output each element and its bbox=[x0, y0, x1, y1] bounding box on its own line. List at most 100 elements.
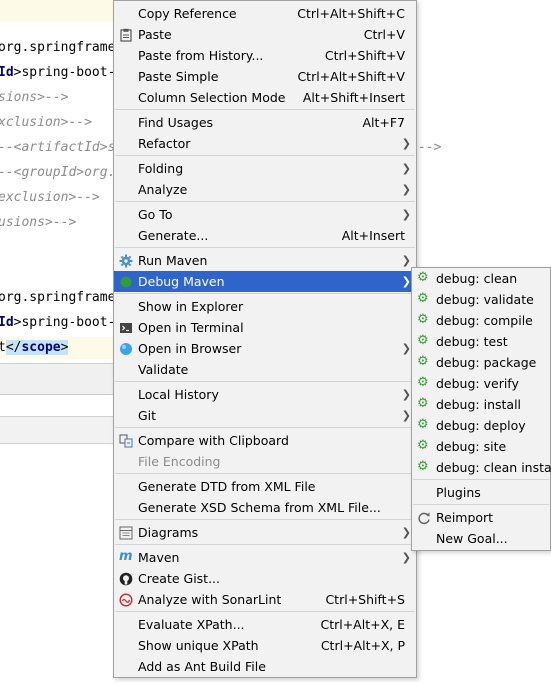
tool-panel bbox=[0, 417, 120, 443]
menu-item-git[interactable]: Git ❯ bbox=[114, 405, 416, 426]
menu-item-go-to[interactable]: Go To ❯ bbox=[114, 204, 416, 225]
goal-debug-deploy[interactable]: ⚙ debug: deploy bbox=[412, 415, 550, 436]
menu-item-paste-from-history[interactable]: Paste from History... Ctrl+Shift+V bbox=[114, 45, 416, 66]
menu-item-analyze[interactable]: Analyze ❯ bbox=[114, 179, 416, 200]
gear-icon: ⚙ bbox=[417, 291, 429, 306]
menu-item-generate-xsd[interactable]: Generate XSD Schema from XML File... bbox=[114, 497, 416, 518]
code-line: Id>spring-boot- bbox=[0, 315, 116, 330]
menu-item-column-selection-mode[interactable]: Column Selection Mode Alt+Shift+Insert bbox=[114, 87, 416, 108]
submenu-arrow-icon: ❯ bbox=[401, 388, 411, 401]
gear-icon: ⚙ bbox=[417, 270, 429, 285]
menu-separator bbox=[115, 109, 415, 110]
debug-icon bbox=[119, 274, 133, 288]
menu-separator bbox=[115, 381, 415, 382]
sonarlint-icon bbox=[119, 592, 133, 607]
menu-item-generate[interactable]: Generate... Alt+Insert bbox=[114, 225, 416, 246]
goal-debug-clean[interactable]: ⚙ debug: clean bbox=[412, 268, 550, 289]
menu-item-debug-maven[interactable]: Debug Maven ❯ bbox=[114, 271, 416, 292]
code-line: t</scope> bbox=[0, 337, 123, 359]
gear-icon: ⚙ bbox=[417, 438, 429, 453]
submenu-arrow-icon: ❯ bbox=[401, 137, 411, 150]
menu-item-local-history[interactable]: Local History ❯ bbox=[114, 384, 416, 405]
menu-item-show-in-explorer[interactable]: Show in Explorer bbox=[114, 296, 416, 317]
menu-item-show-unique-xpath[interactable]: Show unique XPath Ctrl+Alt+X, P bbox=[114, 635, 416, 656]
menu-separator bbox=[115, 544, 415, 545]
diagram-icon bbox=[119, 525, 133, 540]
menu-separator bbox=[115, 201, 415, 202]
menu-item-new-goal[interactable]: New Goal... bbox=[412, 528, 550, 549]
submenu-arrow-icon: ❯ bbox=[401, 254, 411, 267]
current-line-highlight bbox=[0, 0, 120, 22]
maven-icon: m bbox=[119, 549, 133, 564]
submenu-arrow-icon: ❯ bbox=[401, 342, 411, 355]
goal-debug-test[interactable]: ⚙ debug: test bbox=[412, 331, 550, 352]
gear-icon: ⚙ bbox=[417, 312, 429, 327]
goal-debug-verify[interactable]: ⚙ debug: verify bbox=[412, 373, 550, 394]
code-line: Id>spring-boot- bbox=[0, 65, 116, 80]
goal-debug-clean-install[interactable]: ⚙ debug: clean install bbox=[412, 457, 551, 478]
menu-item-analyze-with-sonarlint[interactable]: Analyze with SonarLint Ctrl+Shift+S bbox=[114, 589, 416, 610]
menu-item-maven[interactable]: m Maven ❯ bbox=[114, 547, 416, 568]
menu-separator bbox=[115, 155, 415, 156]
code-line: org.springframe bbox=[0, 290, 116, 305]
code-line: --<artifactId>s bbox=[0, 140, 116, 155]
code-line: sions>--> bbox=[0, 90, 69, 105]
menu-item-open-in-browser[interactable]: Open in Browser ❯ bbox=[114, 338, 416, 359]
gear-icon: ⚙ bbox=[417, 417, 429, 432]
goal-debug-validate[interactable]: ⚙ debug: validate bbox=[412, 289, 550, 310]
tool-panel bbox=[0, 364, 120, 394]
menu-item-run-maven[interactable]: Run Maven ❯ bbox=[114, 250, 416, 271]
gear-icon: ⚙ bbox=[417, 396, 429, 411]
menu-item-file-encoding: File Encoding bbox=[138, 454, 221, 469]
tool-panel bbox=[0, 395, 120, 415]
menu-separator bbox=[115, 293, 415, 294]
menu-item-paste[interactable]: Paste Ctrl+V bbox=[114, 24, 416, 45]
gear-icon: ⚙ bbox=[417, 375, 429, 390]
globe-icon bbox=[119, 341, 133, 355]
menu-item-diagrams[interactable]: Diagrams ❯ bbox=[114, 522, 416, 543]
submenu-arrow-icon: ❯ bbox=[401, 183, 411, 196]
goal-debug-package[interactable]: ⚙ debug: package bbox=[412, 352, 550, 373]
divider bbox=[0, 443, 120, 444]
gear-icon: ⚙ bbox=[417, 354, 429, 369]
menu-item-folding[interactable]: Folding ❯ bbox=[114, 158, 416, 179]
code-line: --<groupId>org. bbox=[0, 165, 116, 180]
code-line: usions>--> bbox=[0, 215, 77, 230]
menu-separator bbox=[115, 611, 415, 612]
editor-context-menu: Copy Reference Ctrl+Alt+Shift+C Paste Ct… bbox=[113, 0, 417, 678]
gear-icon bbox=[119, 253, 133, 268]
menu-item-evaluate-xpath[interactable]: Evaluate XPath... Ctrl+Alt+X, E bbox=[114, 614, 416, 635]
menu-item-create-gist[interactable]: Create Gist... bbox=[114, 568, 416, 589]
menu-separator bbox=[115, 519, 415, 520]
menu-item-refactor[interactable]: Refactor ❯ bbox=[114, 133, 416, 154]
menu-item-add-as-ant-build-file[interactable]: Add as Ant Build File bbox=[114, 656, 416, 677]
menu-separator bbox=[115, 473, 415, 474]
code-line: org.springframe bbox=[0, 40, 116, 55]
submenu-arrow-icon: ❯ bbox=[401, 526, 411, 539]
menu-item-find-usages[interactable]: Find Usages Alt+F7 bbox=[114, 112, 416, 133]
menu-separator bbox=[413, 504, 549, 505]
menu-item-validate[interactable]: Validate bbox=[114, 359, 416, 380]
menu-item-plugins[interactable]: Plugins bbox=[412, 482, 550, 503]
submenu-arrow-icon: ❯ bbox=[401, 275, 411, 288]
menu-item-open-in-terminal[interactable]: Open in Terminal bbox=[114, 317, 416, 338]
menu-separator bbox=[115, 427, 415, 428]
menu-item-paste-simple[interactable]: Paste Simple Ctrl+Alt+Shift+V bbox=[114, 66, 416, 87]
code-line-tail: --> bbox=[418, 140, 442, 155]
goal-debug-site[interactable]: ⚙ debug: site bbox=[412, 436, 550, 457]
debug-maven-submenu: ⚙ debug: clean ⚙ debug: validate ⚙ debug… bbox=[411, 267, 551, 551]
gear-icon: ⚙ bbox=[417, 333, 429, 348]
submenu-arrow-icon: ❯ bbox=[401, 551, 411, 564]
compare-icon bbox=[119, 433, 133, 448]
menu-item-generate-dtd[interactable]: Generate DTD from XML File bbox=[114, 476, 416, 497]
menu-item-copy-reference[interactable]: Copy Reference Ctrl+Alt+Shift+C bbox=[114, 3, 416, 24]
goal-debug-compile[interactable]: ⚙ debug: compile bbox=[412, 310, 550, 331]
menu-item-reimport[interactable]: Reimport bbox=[412, 507, 550, 528]
menu-separator bbox=[413, 479, 549, 480]
code-line: xclusion>--> bbox=[0, 115, 92, 130]
gear-icon: ⚙ bbox=[417, 459, 429, 474]
menu-item-compare-with-clipboard[interactable]: Compare with Clipboard bbox=[114, 430, 416, 451]
submenu-arrow-icon: ❯ bbox=[401, 162, 411, 175]
terminal-icon bbox=[119, 320, 133, 334]
goal-debug-install[interactable]: ⚙ debug: install bbox=[412, 394, 550, 415]
